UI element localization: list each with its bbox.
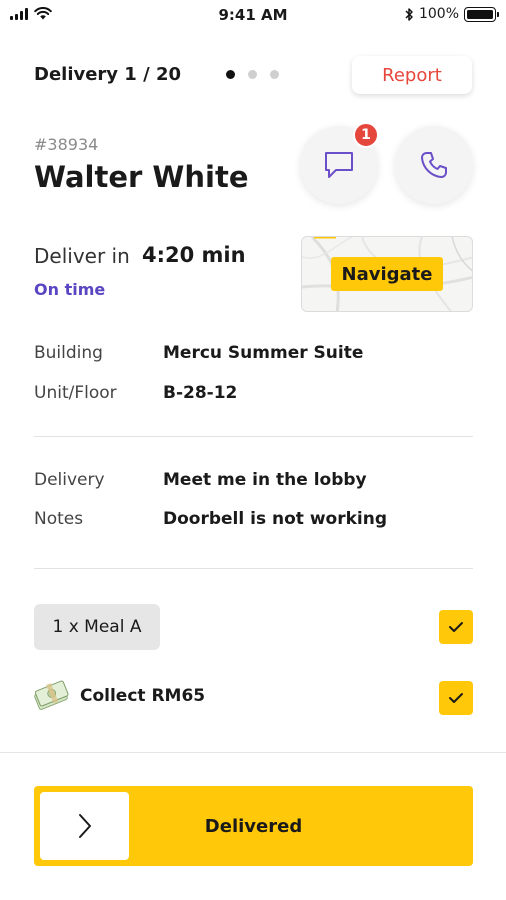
page-dot-2[interactable]	[248, 70, 257, 79]
collect-checkbox[interactable]	[439, 681, 473, 715]
order-id: #38934	[34, 135, 99, 154]
divider	[34, 436, 473, 437]
customer-name: Walter White	[34, 160, 249, 194]
report-button[interactable]: Report	[352, 56, 472, 94]
battery-percent: 100%	[418, 6, 459, 22]
battery-icon	[464, 6, 499, 22]
call-button[interactable]	[395, 126, 473, 204]
page-dot-3[interactable]	[270, 70, 279, 79]
delivery-label: Delivery	[34, 470, 105, 490]
notes-value: Doorbell is not working	[163, 509, 387, 529]
status-bar: 9:41 AM 100%	[0, 0, 506, 30]
unread-badge: 1	[353, 122, 379, 148]
building-label: Building	[34, 343, 103, 363]
chevron-right-icon	[78, 814, 91, 838]
page-dot-1[interactable]	[226, 70, 235, 79]
deliver-in-label: Deliver in	[34, 244, 130, 268]
page-indicator	[226, 70, 279, 79]
bluetooth-icon	[405, 7, 413, 21]
divider	[0, 752, 506, 753]
meal-checkbox[interactable]	[439, 610, 473, 644]
checkmark-icon	[449, 693, 463, 703]
collect-cash-label: Collect RM65	[80, 686, 206, 706]
building-value: Mercu Summer Suite	[163, 343, 364, 363]
divider	[34, 568, 473, 569]
on-time-status: On time	[34, 280, 106, 299]
navigate-button[interactable]: Navigate	[331, 257, 443, 291]
delivery-progress-title: Delivery 1 / 20	[34, 64, 181, 85]
phone-icon	[421, 152, 447, 178]
status-right: 100%	[404, 6, 499, 22]
notes-label: Notes	[34, 509, 84, 529]
checkmark-icon	[449, 622, 463, 632]
delivered-slider-handle[interactable]	[40, 792, 129, 860]
meal-item-chip: 1 x Meal A	[34, 604, 160, 650]
unit-floor-value: B-28-12	[163, 383, 238, 403]
deliver-in-time: 4:20 min	[142, 243, 246, 267]
cash-icon	[34, 680, 69, 710]
unit-floor-label: Unit/Floor	[34, 383, 117, 403]
delivery-instructions: Meet me in the lobby	[163, 470, 367, 490]
chat-bubble-icon	[325, 152, 353, 178]
